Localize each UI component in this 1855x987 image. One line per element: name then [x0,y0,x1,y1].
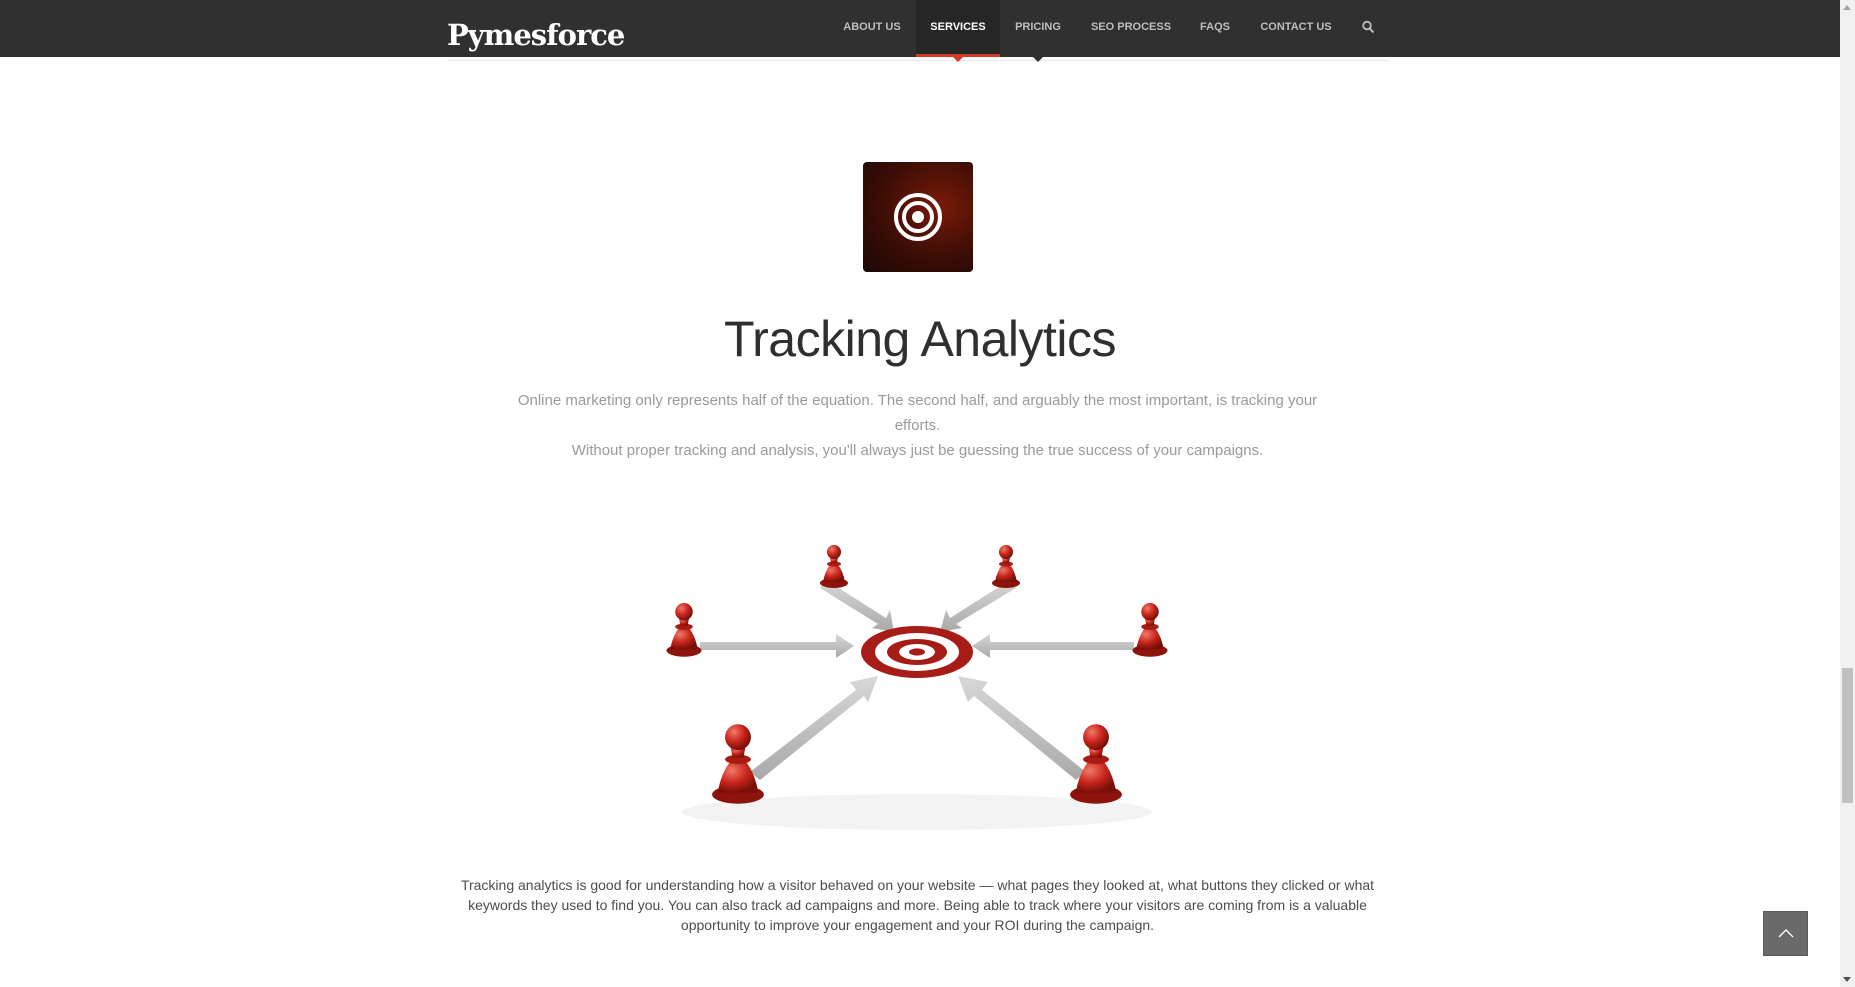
vertical-scrollbar[interactable] [1840,0,1855,987]
top-navigation-bar: Pymesforce ABOUT US SERVICES PRICING SEO… [0,0,1840,62]
scroll-up-arrow[interactable] [1843,5,1851,10]
subtitle-line-1: Online marketing only represents half of… [517,392,1318,434]
nav-services[interactable]: SERVICES [916,0,1000,62]
subtitle-line-2: Without proper tracking and analysis, yo… [571,442,1264,459]
nav-contact-us[interactable]: CONTACT US [1251,0,1341,57]
chevron-up-icon [1778,929,1794,938]
section-body-text: Tracking analytics is good for understan… [460,877,1375,933]
scroll-down-arrow[interactable] [1843,977,1851,982]
nav-seo-process[interactable]: SEO PROCESS [1081,0,1181,57]
target-with-pawns-illustration [666,545,1168,830]
nav-faqs[interactable]: FAQS [1190,0,1240,57]
nav-dropdown-caret [1033,57,1043,62]
section-icon-box [863,162,973,272]
back-to-top-button[interactable] [1763,911,1808,956]
logo[interactable]: Pymesforce [447,12,625,58]
scroll-thumb[interactable] [1842,668,1853,803]
target-icon [894,193,942,241]
nav-about-us[interactable]: ABOUT US [829,0,915,57]
section-subtitle: Online marketing only represents half of… [500,388,1335,463]
nav-pricing[interactable]: PRICING [1004,0,1072,57]
header-divider [447,60,1388,61]
section-title: Tracking Analytics [723,311,1117,367]
search-icon[interactable] [1362,20,1374,34]
